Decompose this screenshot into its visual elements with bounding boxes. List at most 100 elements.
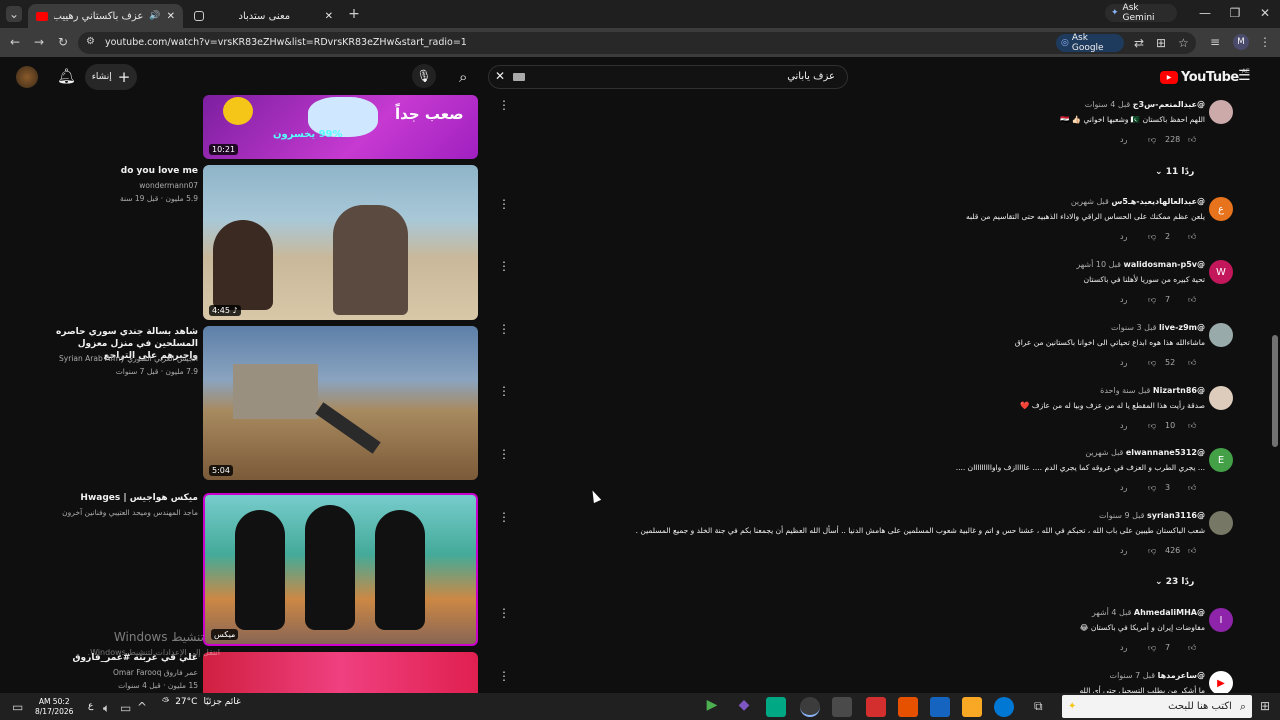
comment-time[interactable]: قبل 10 أشهر [1076, 260, 1121, 269]
comment-time[interactable]: قبل 4 أشهر [1092, 608, 1132, 617]
ask-google-button[interactable]: ◎ Ask Google [1056, 33, 1124, 53]
reply-button[interactable]: رد [1120, 135, 1127, 144]
hamburger-menu-icon[interactable]: ☰ [1238, 68, 1251, 84]
dislike-icon[interactable]: 👎︎ [1148, 295, 1156, 305]
video-channel[interactable]: ماجد المهندس وميحد العتيبي وفنانين آخرون [62, 508, 198, 517]
search-input[interactable]: عزف ياباني [787, 71, 835, 82]
close-tab-icon[interactable]: ✕ [167, 11, 175, 22]
weather-widget[interactable]: ⛅︎ 27°C غائم جزئيًا [162, 697, 241, 707]
create-button[interactable]: إنشاء + [85, 64, 137, 90]
reply-button[interactable]: رد [1120, 232, 1127, 241]
show-hidden-icons[interactable]: ^ [137, 700, 147, 714]
like-icon[interactable]: 👍︎ [1188, 295, 1196, 305]
dislike-icon[interactable]: 👎︎ [1148, 135, 1156, 145]
bookmark-star-icon[interactable]: ☆ [1178, 36, 1189, 50]
store-taskbar-icon[interactable] [832, 697, 852, 717]
maximize-icon[interactable]: ❐ [1228, 6, 1242, 20]
reply-button[interactable]: رد [1120, 421, 1127, 430]
taskbar-app-icon[interactable]: ▶ [702, 697, 722, 717]
site-info-icon[interactable]: ⚙ [86, 36, 95, 47]
like-icon[interactable]: 👍︎ [1188, 232, 1196, 242]
keyboard-icon[interactable] [513, 73, 525, 81]
address-bar[interactable]: ⚙ youtube.com/watch?v=vrsKR83eZHw&list=R… [78, 32, 1196, 54]
comment-author[interactable]: @عبدالعالهاديعبد-هـ5س [1111, 197, 1205, 206]
browser-menu-icon[interactable]: ⋮ [1259, 35, 1271, 49]
search-box[interactable]: ⌕ ✕ عزف ياباني [459, 65, 848, 89]
reply-button[interactable]: رد [1120, 358, 1127, 367]
notifications-icon[interactable]: ▭ [12, 700, 23, 714]
view-replies-button[interactable]: ⌄ 23 ردًا [1155, 577, 1194, 587]
comment-author[interactable]: @Nizartn86 [1153, 386, 1205, 395]
comment-author[interactable]: @live-z9m [1159, 323, 1205, 332]
comment-author[interactable]: @syrian3116 [1147, 511, 1205, 520]
dislike-icon[interactable]: 👎︎ [1148, 421, 1156, 431]
clear-search-icon[interactable]: ✕ [495, 69, 505, 83]
install-app-icon[interactable]: ⊞ [1156, 36, 1166, 50]
video-thumbnail[interactable]: صعب جداً 99% يخسرون 10:21 [203, 95, 478, 159]
network-icon[interactable]: ▭ [120, 701, 131, 715]
dislike-icon[interactable]: 👎︎ [1148, 358, 1156, 368]
notifications-bell-icon[interactable]: 🔔︎ [57, 67, 76, 85]
video-menu-icon[interactable]: ⋮ [498, 98, 510, 112]
video-menu-icon[interactable]: ⋮ [498, 259, 510, 273]
commenter-avatar[interactable]: E [1209, 448, 1233, 472]
dislike-icon[interactable]: 👎︎ [1148, 546, 1156, 556]
comment-time[interactable]: قبل سنة واحدة [1100, 386, 1150, 395]
video-menu-icon[interactable]: ⋮ [498, 669, 510, 683]
tab-search-button[interactable]: ⌄ [6, 6, 22, 22]
close-tab-icon[interactable]: ✕ [325, 11, 333, 22]
start-windows-icon[interactable]: ⊞ [1260, 699, 1270, 713]
commenter-avatar[interactable]: ع [1209, 197, 1233, 221]
comment-author[interactable]: @walidosman-p5v [1123, 260, 1205, 269]
language-indicator[interactable]: ع [88, 701, 93, 711]
scrollbar-thumb[interactable] [1272, 335, 1278, 447]
video-title[interactable]: do you love me [121, 166, 198, 176]
forward-icon[interactable]: → [32, 35, 46, 49]
commenter-avatar[interactable] [1209, 511, 1233, 535]
back-icon[interactable]: ← [8, 35, 22, 49]
volume-icon[interactable]: 🔈︎ [103, 701, 110, 716]
commenter-avatar[interactable]: I [1209, 608, 1233, 632]
youtube-logo[interactable]: ▶ YouTube AE [1160, 68, 1250, 85]
commenter-avatar[interactable]: W [1209, 260, 1233, 284]
comment-time[interactable]: قبل 9 سنوات [1099, 511, 1144, 520]
dislike-icon[interactable]: 👎︎ [1148, 483, 1156, 493]
commenter-avatar[interactable] [1209, 386, 1233, 410]
comment-author[interactable]: @ساعرمدها [1158, 671, 1205, 680]
profile-avatar[interactable]: M [1233, 34, 1249, 50]
clock[interactable]: AM 50:2 8/17/2026 [35, 697, 73, 717]
commenter-avatar[interactable]: ▶ [1209, 671, 1233, 695]
comment-time[interactable]: قبل شهرين [1085, 448, 1123, 457]
like-icon[interactable]: 👍︎ [1188, 483, 1196, 493]
voice-search-button[interactable]: 🎙︎ [412, 64, 436, 88]
video-menu-icon[interactable]: ⋮ [498, 447, 510, 461]
file-explorer-taskbar-icon[interactable] [962, 697, 982, 717]
reading-list-icon[interactable]: ≡ [1210, 35, 1220, 49]
reload-icon[interactable]: ↻ [56, 35, 70, 49]
ask-gemini-button[interactable]: ✦ Ask Gemini [1105, 3, 1177, 23]
reply-button[interactable]: رد [1120, 295, 1127, 304]
comment-time[interactable]: قبل 4 سنوات [1085, 100, 1130, 109]
dislike-icon[interactable]: 👎︎ [1148, 643, 1156, 653]
comment-author[interactable]: @AhmedaliMHA [1134, 608, 1205, 617]
taskbar-app-icon[interactable] [898, 697, 918, 717]
view-replies-button[interactable]: ⌄ 11 ردًا [1155, 167, 1194, 177]
video-thumbnail[interactable] [203, 652, 478, 693]
comment-author[interactable]: @elwannane5312 [1126, 448, 1205, 457]
close-window-icon[interactable]: ✕ [1258, 6, 1272, 20]
mix-thumbnail[interactable]: ميكس [203, 493, 478, 646]
like-icon[interactable]: 👍︎ [1188, 546, 1196, 556]
video-channel[interactable]: عمر فاروق Omar Farooq [113, 668, 198, 677]
video-menu-icon[interactable]: ⋮ [498, 197, 510, 211]
video-channel[interactable]: wondermann07 [139, 181, 198, 190]
video-thumbnail[interactable]: 5:04 [203, 326, 478, 480]
dislike-icon[interactable]: 👎︎ [1148, 232, 1156, 242]
taskbar-search[interactable]: ⌕ اكتب هنا للبحث ✦ [1062, 695, 1252, 718]
reply-button[interactable]: رد [1120, 546, 1127, 555]
translate-icon[interactable]: ⇄ [1134, 36, 1144, 50]
commenter-avatar[interactable] [1209, 323, 1233, 347]
reply-button[interactable]: رد [1120, 483, 1127, 492]
account-avatar[interactable] [16, 66, 38, 88]
comment-time[interactable]: قبل شهرين [1071, 197, 1109, 206]
chrome-taskbar-icon[interactable] [800, 697, 820, 717]
